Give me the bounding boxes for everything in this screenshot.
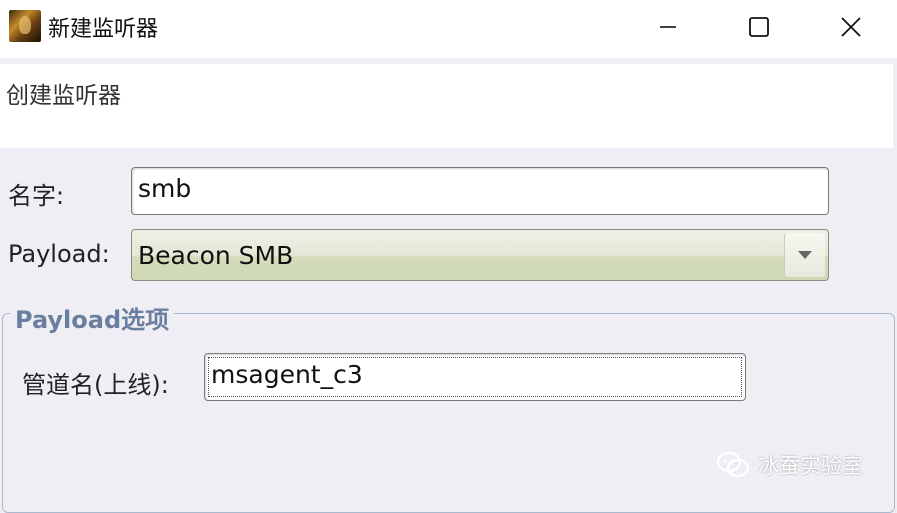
watermark: 冰蚕实验室 xyxy=(716,450,863,480)
pipe-name-label: 管道名(上线): xyxy=(22,371,169,399)
minimize-button[interactable] xyxy=(622,0,714,54)
name-label: 名字: xyxy=(8,182,65,210)
close-icon xyxy=(841,17,861,37)
minimize-icon xyxy=(660,26,676,28)
payload-label: Payload: xyxy=(8,240,110,268)
chevron-down-icon xyxy=(798,251,812,259)
name-input[interactable]: smb xyxy=(131,167,829,215)
payload-options-title: Payload选项 xyxy=(10,300,175,335)
wechat-icon xyxy=(716,451,750,478)
title-bar[interactable]: 新建监听器 xyxy=(0,0,897,58)
payload-options-group xyxy=(2,313,895,513)
header-title: 创建监听器 xyxy=(6,83,121,109)
watermark-text: 冰蚕实验室 xyxy=(758,454,863,478)
close-button[interactable] xyxy=(805,0,897,54)
maximize-button[interactable] xyxy=(713,0,805,54)
window-title: 新建监听器 xyxy=(48,17,159,42)
app-icon xyxy=(9,10,41,42)
payload-dropdown-button[interactable] xyxy=(784,233,825,277)
maximize-icon xyxy=(749,17,769,37)
payload-selected-value: Beacon SMB xyxy=(138,241,294,270)
pipe-name-input[interactable]: msagent_c3 xyxy=(204,353,746,401)
payload-select[interactable]: Beacon SMB xyxy=(131,229,829,281)
header-panel: 创建监听器 xyxy=(0,64,893,148)
